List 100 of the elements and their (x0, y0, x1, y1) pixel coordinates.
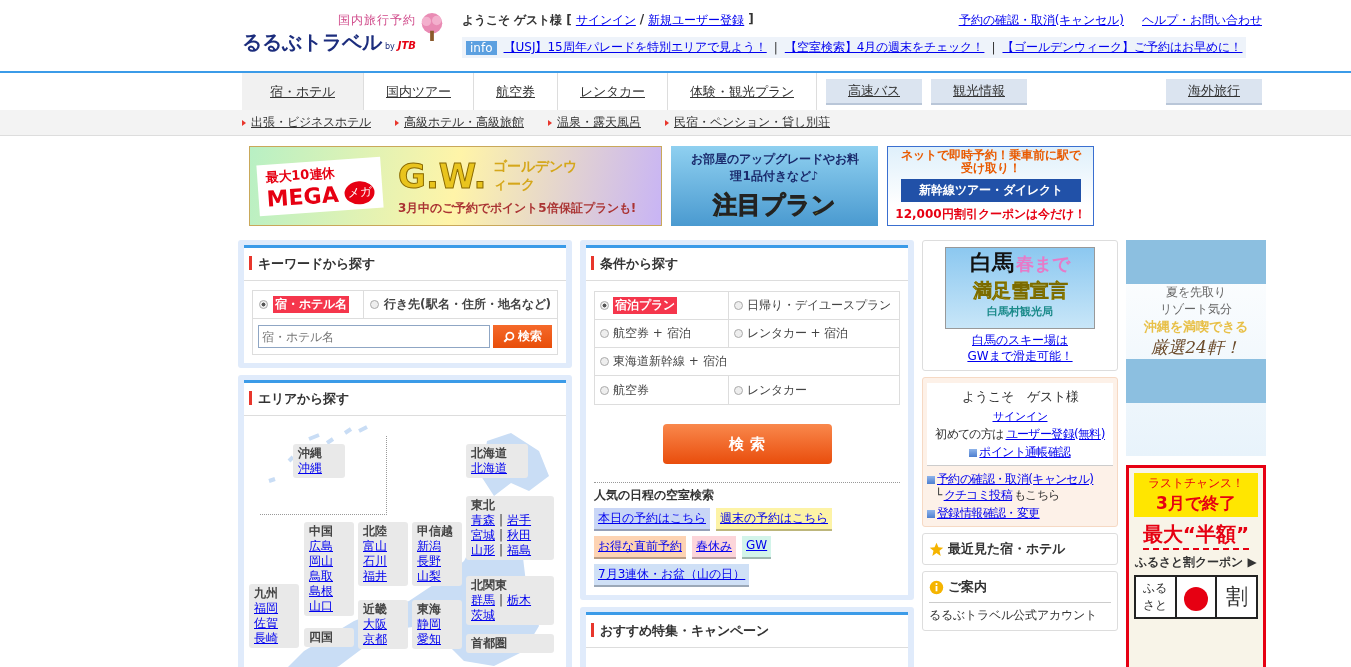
featured-plan-banner[interactable]: お部屋のアップグレードやお料理1品付きなど♪ 注目プラン (671, 146, 878, 226)
prefecture-link[interactable]: 福島 (507, 543, 532, 558)
okinawa-ad-banner[interactable]: 夏を先取り リゾート気分 沖縄を満喫できる 厳選24軒！ (1126, 240, 1266, 456)
prefecture-link[interactable]: 長野 (417, 554, 441, 569)
nav-button[interactable]: 海外旅行 (1166, 78, 1262, 105)
radio-icon[interactable] (600, 329, 609, 338)
category-link[interactable]: 温泉・露天風呂 (557, 114, 641, 131)
prefecture-link[interactable]: 山形 (471, 543, 495, 558)
radio-option[interactable]: レンタカー (728, 376, 899, 404)
radio-icon[interactable] (733, 329, 743, 338)
region-name: 北海道 (471, 446, 508, 461)
radio-option[interactable]: 航空券 (595, 376, 729, 404)
nav-tab[interactable]: 宿・ホテル (242, 73, 364, 110)
hakuba-ad-banner[interactable]: 白馬春まで 満足雪宣言 白馬村観光局 (945, 247, 1095, 329)
hakuba-link[interactable]: GWまで滑走可能！ (967, 349, 1073, 364)
banner-text: 満足雪宣言 (972, 278, 1068, 303)
register-link[interactable]: ユーザー登録(無料) (1005, 427, 1105, 442)
coupon-ad-banner[interactable]: ラストチャンス！ 3月で終了 最大“半額” ふるさと割クーポン ▶ ふる さと 割 (1126, 465, 1266, 667)
triangle-icon (395, 119, 399, 126)
banner-text: リゾート気分 (1160, 301, 1232, 318)
prefecture-link[interactable]: 京都 (363, 632, 387, 647)
signin-link[interactable]: サインイン (992, 409, 1048, 424)
info-text: 初めての方は (935, 427, 1004, 442)
header-link[interactable]: 新規ユーザー登録 (648, 12, 745, 29)
radio-icon[interactable] (733, 385, 743, 395)
category-link[interactable]: 高級ホテル・高級旅館 (404, 114, 524, 131)
category-link[interactable]: 出張・ビジネスホテル (251, 114, 371, 131)
prefecture-link[interactable]: 新潟 (417, 539, 441, 554)
nav-button[interactable]: 観光情報 (931, 78, 1027, 105)
prefecture-link[interactable]: 青森 (471, 513, 495, 528)
prefecture-link[interactable]: 群馬 (471, 593, 495, 608)
review-link[interactable]: クチコミ投稿 (943, 488, 1013, 503)
shinkansen-banner[interactable]: ネットで即時予約！乗車前に駅で受け取り！ 新幹線ツアー・ダイレクト 12,000円割引クーポンは今だけ！ (887, 146, 1094, 226)
prefecture-link[interactable]: 福井 (363, 569, 387, 584)
keyword-input[interactable]: 宿・ホテル名 (258, 325, 490, 348)
top-link[interactable]: ヘルプ・お問い合わせ (1142, 12, 1262, 29)
radio-option[interactable]: 宿・ホテル名 (253, 291, 365, 318)
news-link[interactable]: 【空室検索】4月の週末をチェック！ (784, 39, 985, 56)
prefecture-link[interactable]: 石川 (363, 554, 387, 569)
banner-text: ラストチャンス！ (1148, 475, 1244, 492)
points-link[interactable]: ポイント通帳確認 (979, 445, 1071, 460)
prefecture-link[interactable]: 鳥取 (309, 569, 333, 584)
radio-option[interactable]: 宿泊プラン (595, 292, 729, 320)
radio-option[interactable]: 日帰り・デイユースプラン (728, 292, 899, 320)
prefecture-link[interactable]: 岩手 (507, 513, 532, 528)
banner-text: 12,000円割引クーポンは今だけ！ (895, 206, 1086, 223)
prefecture-link[interactable]: 静岡 (417, 617, 441, 632)
panel-title: エリアから探す (244, 383, 566, 416)
radio-icon[interactable] (600, 357, 609, 366)
radio-icon[interactable] (600, 385, 609, 395)
prefecture-link[interactable]: 福岡 (254, 601, 278, 616)
profile-link[interactable]: 登録情報確認・変更 (937, 506, 1040, 521)
prefecture-link[interactable]: 広島 (309, 539, 333, 554)
header-link[interactable]: サインイン (575, 12, 636, 29)
banner-text: 3月で終了 (1156, 492, 1236, 515)
radio-icon[interactable] (370, 300, 380, 309)
prefecture-link[interactable]: 北海道 (471, 461, 507, 476)
date-search-link[interactable]: お得な直前予約 (594, 536, 686, 559)
top-link[interactable]: 予約の確認・取消(キャンセル) (958, 12, 1124, 29)
prefecture-link[interactable]: 秋田 (507, 528, 532, 543)
radio-icon[interactable] (600, 301, 609, 310)
banner-text: 春まで (1016, 252, 1070, 276)
prefecture-link[interactable]: 大阪 (363, 617, 387, 632)
logo-name[interactable]: るるぶトラベル (242, 29, 382, 56)
radio-option[interactable]: レンタカー + 宿泊 (728, 320, 899, 348)
radio-option[interactable]: 東海道新幹線 + 宿泊 (595, 348, 899, 376)
prefecture-link[interactable]: 富山 (363, 539, 387, 554)
radio-option[interactable]: 行き先(駅名・住所・地名など) (364, 291, 557, 318)
prefecture-link[interactable]: 長崎 (254, 631, 278, 646)
panel-title: おすすめ特集・キャンペーン (586, 615, 908, 648)
prefecture-link[interactable]: 島根 (309, 584, 333, 599)
date-search-link[interactable]: 本日の予約はこちら (594, 508, 710, 531)
region-name: 中国 (309, 524, 334, 539)
prefecture-link[interactable]: 沖縄 (298, 461, 322, 476)
prefecture-link[interactable]: 岡山 (309, 554, 333, 569)
radio-icon[interactable] (733, 301, 743, 310)
prefecture-link[interactable]: 茨城 (471, 608, 495, 623)
section-title: ご案内 (948, 578, 987, 596)
date-search-link[interactable]: GW (742, 536, 772, 559)
region-name: 沖縄 (298, 446, 323, 461)
news-link[interactable]: 【ゴールデンウィーク】ご予約はお早めに！ (1002, 39, 1243, 56)
category-link[interactable]: 民宿・ペンション・貸し別荘 (674, 114, 830, 131)
date-search-link[interactable]: 春休み (692, 536, 736, 559)
prefecture-link[interactable]: 佐賀 (254, 616, 278, 631)
region-name: 東海 (417, 602, 442, 617)
nav-button[interactable]: 高速バス (826, 78, 922, 105)
reservation-link[interactable]: 予約の確認・取消(キャンセル) (937, 472, 1094, 487)
prefecture-link[interactable]: 愛知 (417, 632, 441, 647)
prefecture-link[interactable]: 栃木 (507, 593, 532, 608)
hakuba-link[interactable]: 白馬のスキー場は (972, 333, 1068, 348)
news-link[interactable]: 【USJ】15周年パレードを特別エリアで見よう！ (503, 39, 767, 56)
region-name: 甲信越 (417, 524, 454, 539)
prefecture-link[interactable]: 宮城 (471, 528, 495, 543)
radio-icon[interactable] (259, 300, 268, 309)
radio-option[interactable]: 航空券 + 宿泊 (595, 320, 729, 348)
date-search-link[interactable]: 週末の予約はこちら (716, 508, 832, 531)
prefecture-link[interactable]: 山口 (309, 599, 333, 614)
date-search-link[interactable]: 7月3連休・お盆（山の日） (594, 564, 750, 587)
prefecture-link[interactable]: 山梨 (417, 569, 441, 584)
greeting-text: ようこそ ゲスト様 (961, 388, 1079, 406)
